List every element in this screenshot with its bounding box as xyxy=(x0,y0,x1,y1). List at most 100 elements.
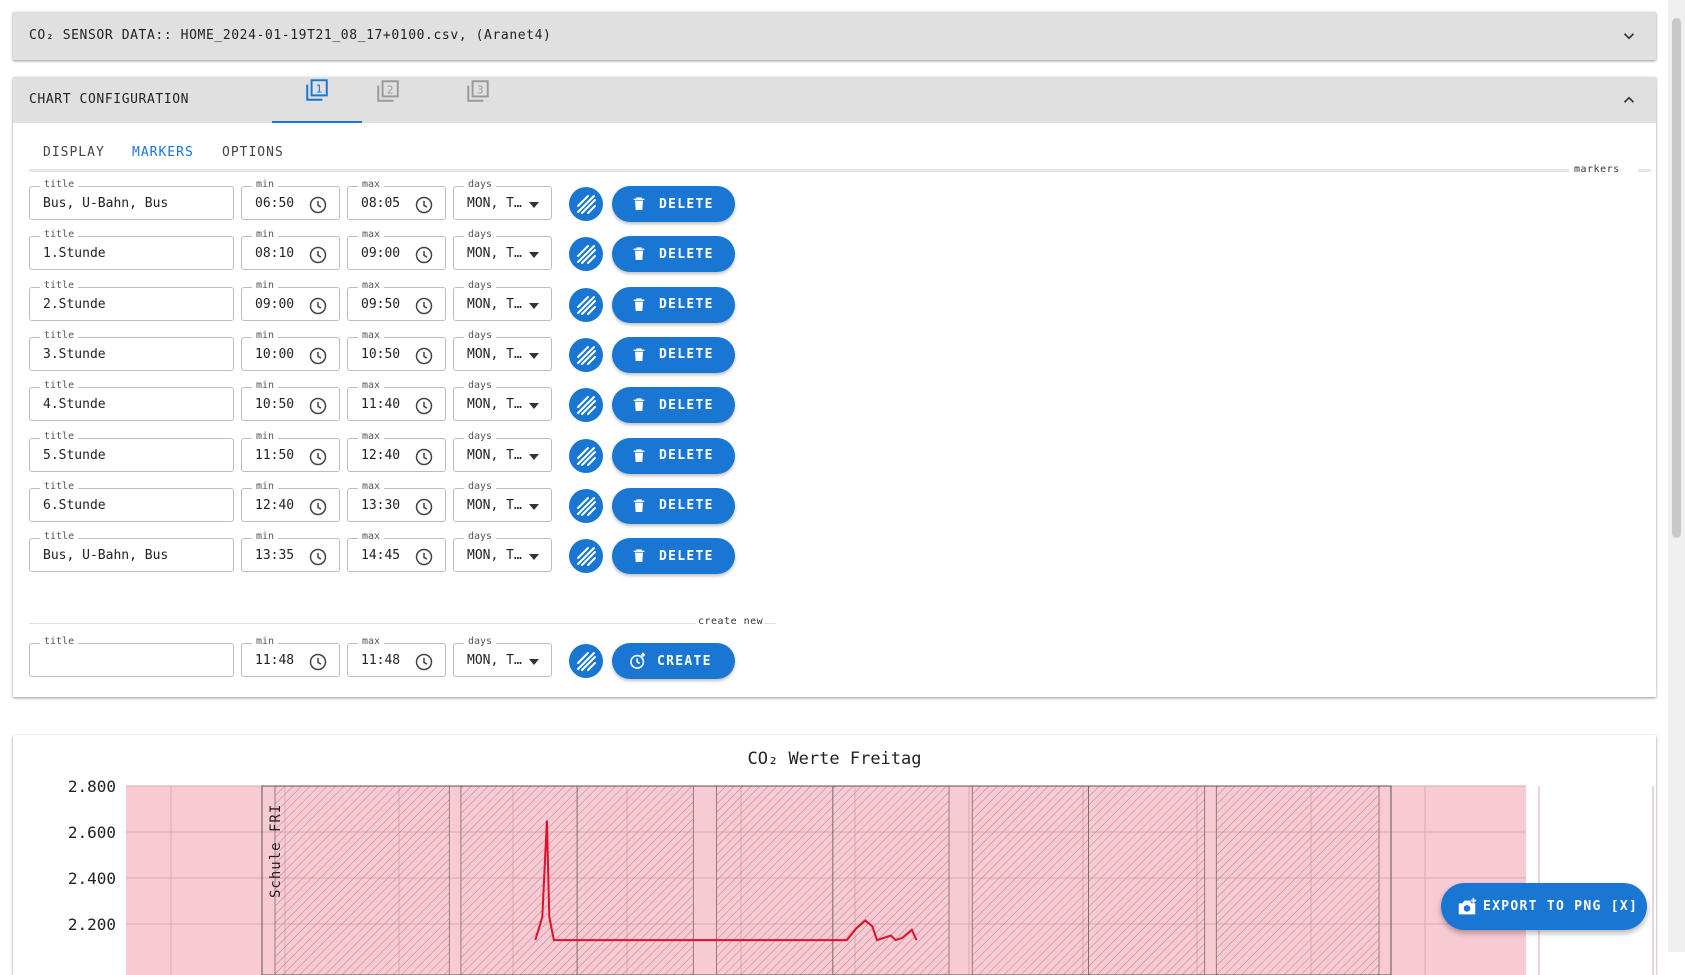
dropdown-arrow-icon[interactable] xyxy=(529,302,539,309)
chevron-up-icon[interactable] xyxy=(1620,91,1638,109)
marker-min-field[interactable]: min 10:00 xyxy=(241,329,340,371)
marker-min-value[interactable]: 09:00 xyxy=(255,297,294,312)
marker-min-value[interactable]: 06:50 xyxy=(255,196,294,211)
marker-max-value[interactable]: 11:40 xyxy=(361,397,400,412)
marker-min-field[interactable]: min 09:00 xyxy=(241,279,340,321)
tab-chart-2[interactable]: 2 xyxy=(343,58,433,123)
delete-marker-button[interactable]: DELETE xyxy=(612,437,735,474)
marker-max-field[interactable]: max 12:40 xyxy=(347,430,446,472)
pattern-toggle-button[interactable] xyxy=(569,488,603,523)
dropdown-arrow-icon[interactable] xyxy=(529,659,539,665)
tab-chart-3[interactable]: 3 xyxy=(433,58,523,123)
clock-icon[interactable] xyxy=(414,497,434,517)
marker-min-field[interactable]: min 10:50 xyxy=(241,380,340,422)
delete-marker-button[interactable]: DELETE xyxy=(612,538,735,575)
marker-min-field[interactable]: min 13:35 xyxy=(241,531,340,573)
marker-min-field[interactable]: min 06:50 xyxy=(241,179,340,220)
marker-days-field[interactable]: days MON, T… xyxy=(453,636,552,677)
marker-days-field[interactable]: days MON, T… xyxy=(453,229,552,271)
marker-max-field[interactable]: max 09:00 xyxy=(347,229,446,271)
sensor-data-header[interactable]: CO₂ SENSOR DATA:: HOME_2024-01-19T21_08_… xyxy=(13,12,1656,60)
marker-days-value[interactable]: MON, T… xyxy=(467,246,522,261)
marker-days-value[interactable]: MON, T… xyxy=(467,548,522,563)
marker-max-value[interactable]: 09:50 xyxy=(361,297,400,312)
marker-days-value[interactable]: MON, T… xyxy=(467,297,522,312)
marker-days-value[interactable]: MON, T… xyxy=(467,397,522,412)
delete-marker-button[interactable]: DELETE xyxy=(612,286,735,323)
marker-title-value[interactable]: 4.Stunde xyxy=(43,397,106,412)
clock-icon[interactable] xyxy=(414,652,434,672)
marker-max-field[interactable]: max 10:50 xyxy=(347,329,446,371)
dropdown-arrow-icon[interactable] xyxy=(529,403,539,410)
pattern-toggle-button[interactable] xyxy=(569,539,603,574)
marker-max-field[interactable]: max 13:30 xyxy=(347,480,446,522)
marker-title-field[interactable]: title 1.Stunde xyxy=(29,229,234,271)
marker-min-field[interactable]: min 12:40 xyxy=(241,480,340,522)
clock-icon[interactable] xyxy=(308,547,328,567)
clock-icon[interactable] xyxy=(414,245,434,265)
delete-marker-button[interactable]: DELETE xyxy=(612,487,735,524)
clock-icon[interactable] xyxy=(308,396,328,416)
marker-min-field[interactable]: min 11:48 xyxy=(241,636,340,677)
marker-title-field[interactable]: title 4.Stunde xyxy=(29,380,234,422)
marker-min-field[interactable]: min 08:10 xyxy=(241,229,340,271)
marker-min-value[interactable]: 10:50 xyxy=(255,397,294,412)
marker-title-field[interactable]: title 2.Stunde xyxy=(29,279,234,321)
marker-min-value[interactable]: 08:10 xyxy=(255,246,294,261)
marker-title-field[interactable]: title 3.Stunde xyxy=(29,329,234,371)
marker-days-field[interactable]: days MON, T… xyxy=(453,531,552,573)
clock-icon[interactable] xyxy=(308,497,328,517)
marker-max-value[interactable]: 08:05 xyxy=(361,196,400,211)
marker-min-value[interactable]: 13:35 xyxy=(255,548,294,563)
pattern-toggle-button[interactable] xyxy=(569,438,603,473)
marker-title-field[interactable]: title 6.Stunde xyxy=(29,480,234,522)
marker-min-field[interactable]: min 11:50 xyxy=(241,430,340,472)
tab-options[interactable]: OPTIONS xyxy=(208,143,298,169)
clock-icon[interactable] xyxy=(414,547,434,567)
marker-max-field[interactable]: max 08:05 xyxy=(347,179,446,220)
marker-title-value[interactable]: Bus, U-Bahn, Bus xyxy=(43,548,168,563)
create-marker-button[interactable]: CREATE xyxy=(612,643,735,679)
marker-days-field[interactable]: days MON, T… xyxy=(453,480,552,522)
marker-min-value[interactable]: 11:48 xyxy=(255,653,294,668)
dropdown-arrow-icon[interactable] xyxy=(529,352,539,359)
marker-days-field[interactable]: days MON, T… xyxy=(453,329,552,371)
clock-icon[interactable] xyxy=(308,245,328,265)
marker-title-value[interactable]: 6.Stunde xyxy=(43,498,106,513)
marker-max-value[interactable]: 10:50 xyxy=(361,347,400,362)
clock-icon[interactable] xyxy=(414,396,434,416)
marker-title-field[interactable]: title xyxy=(29,636,234,677)
clock-icon[interactable] xyxy=(308,296,328,316)
marker-days-value[interactable]: MON, T… xyxy=(467,347,522,362)
delete-marker-button[interactable]: DELETE xyxy=(612,236,735,273)
clock-icon[interactable] xyxy=(414,195,434,215)
clock-icon[interactable] xyxy=(308,346,328,366)
marker-title-value[interactable]: 2.Stunde xyxy=(43,297,106,312)
dropdown-arrow-icon[interactable] xyxy=(529,554,539,561)
scrollbar-thumb[interactable] xyxy=(1672,18,1681,538)
marker-max-field[interactable]: max 11:48 xyxy=(347,636,446,677)
dropdown-arrow-icon[interactable] xyxy=(529,453,539,460)
pattern-toggle-button[interactable] xyxy=(569,237,603,272)
clock-icon[interactable] xyxy=(414,296,434,316)
marker-max-value[interactable]: 14:45 xyxy=(361,548,400,563)
pattern-toggle-button[interactable] xyxy=(569,388,603,423)
marker-max-value[interactable]: 12:40 xyxy=(361,448,400,463)
delete-marker-button[interactable]: DELETE xyxy=(612,336,735,373)
dropdown-arrow-icon[interactable] xyxy=(529,252,539,259)
marker-title-value[interactable]: 3.Stunde xyxy=(43,347,106,362)
marker-days-field[interactable]: days MON, T… xyxy=(453,380,552,422)
tab-display[interactable]: DISPLAY xyxy=(29,143,119,169)
delete-marker-button[interactable]: DELETE xyxy=(612,387,735,424)
marker-min-value[interactable]: 10:00 xyxy=(255,347,294,362)
page-scrollbar[interactable] xyxy=(1668,0,1685,952)
tab-markers[interactable]: MARKERS xyxy=(118,143,208,171)
marker-min-value[interactable]: 11:50 xyxy=(255,448,294,463)
chevron-down-icon[interactable] xyxy=(1620,27,1638,45)
clock-icon[interactable] xyxy=(414,346,434,366)
clock-icon[interactable] xyxy=(308,447,328,467)
clock-icon[interactable] xyxy=(308,195,328,215)
export-png-button[interactable]: EXPORT TO PNG [X] xyxy=(1441,883,1647,930)
delete-marker-button[interactable]: DELETE xyxy=(612,186,735,222)
pattern-toggle-button[interactable] xyxy=(569,337,603,372)
